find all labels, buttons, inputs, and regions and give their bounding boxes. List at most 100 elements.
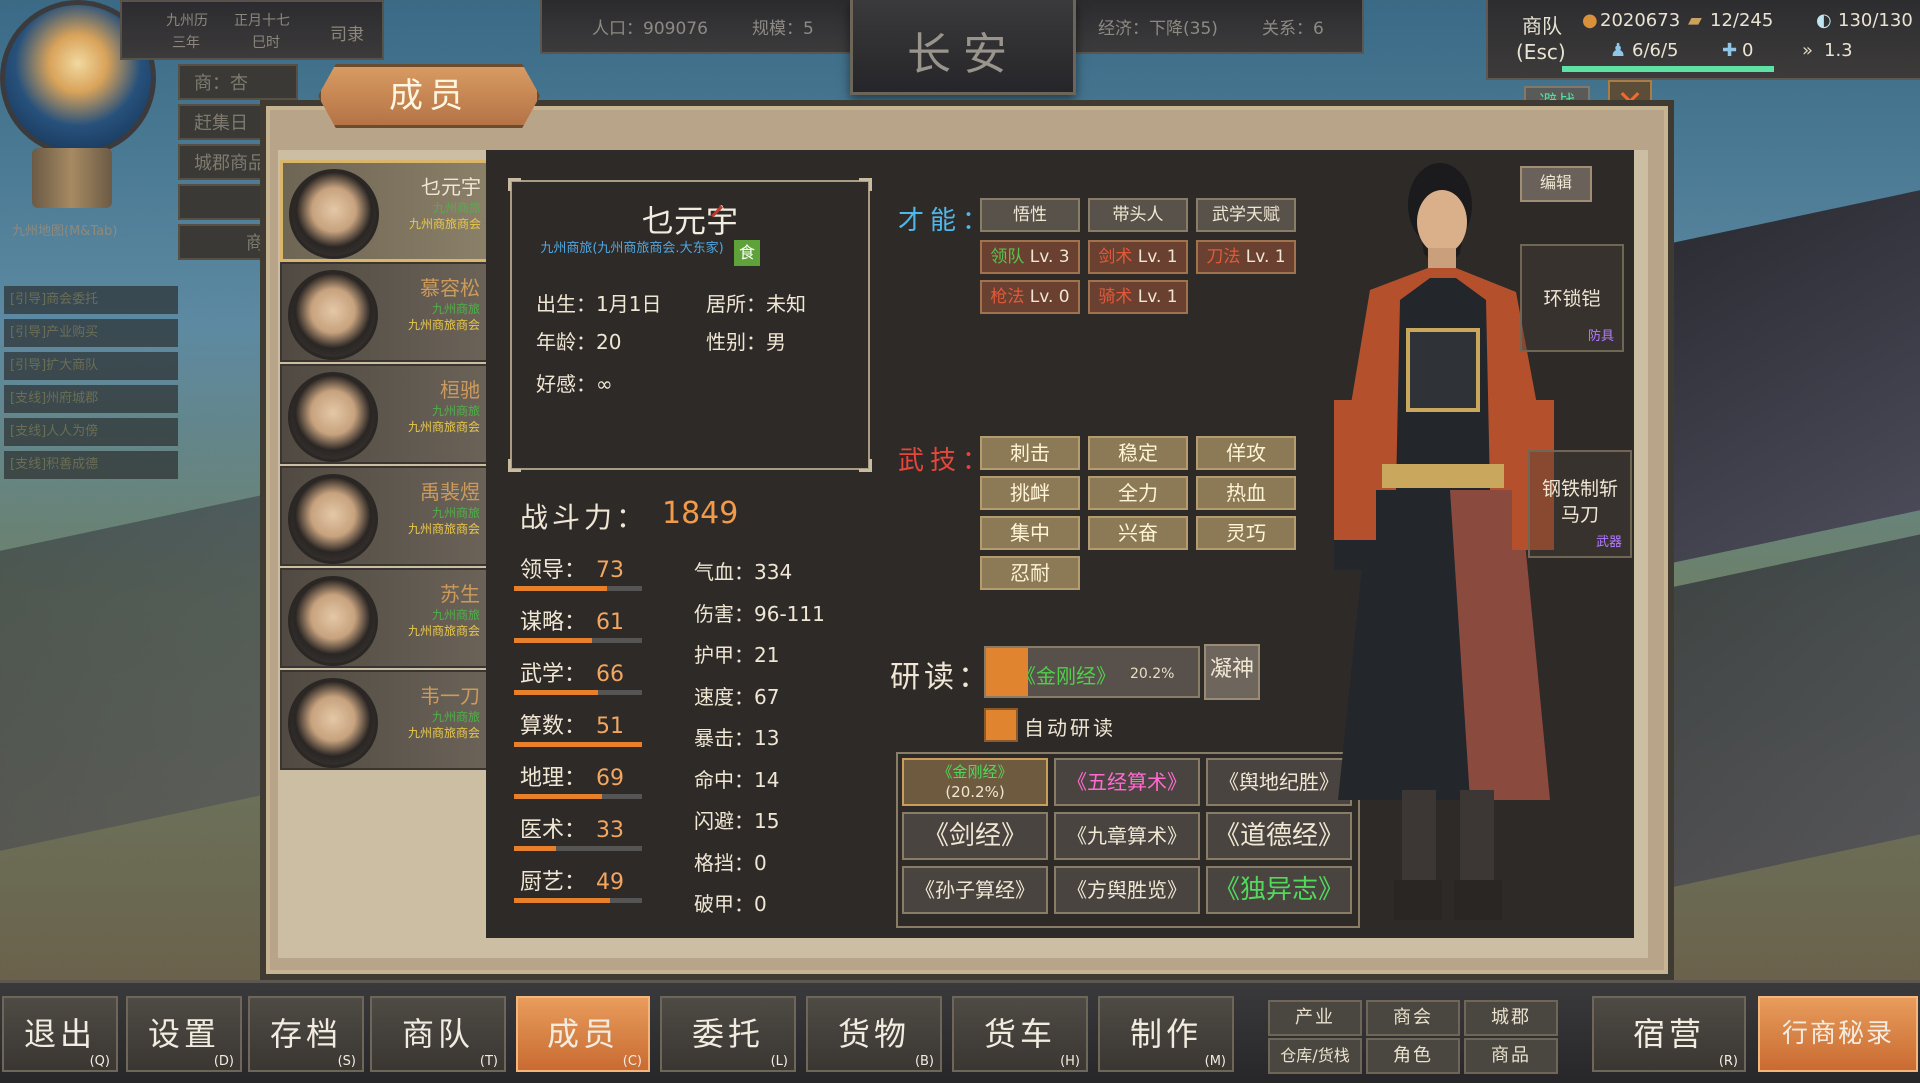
nav-button[interactable]: 货车 (H)	[952, 996, 1088, 1072]
avatar	[288, 372, 378, 462]
attribute-bar-fill	[514, 638, 593, 643]
attribute-bar	[514, 586, 642, 591]
quest-item[interactable]: [引导]扩大商队	[4, 352, 178, 380]
roster-card[interactable]: 慕容松 九州商旅 九州商旅商会	[280, 262, 492, 362]
nav-hotkey: (C)	[622, 1054, 642, 1069]
book-button[interactable]: 《孙子算经》	[902, 866, 1048, 914]
quest-item[interactable]: [引导]商会委托	[4, 286, 178, 314]
nav-warehouse[interactable]: 仓库/货栈	[1268, 1038, 1362, 1074]
nav-button[interactable]: 存档 (S)	[248, 996, 364, 1072]
quest-item[interactable]: [引导]产业购买	[4, 319, 178, 347]
skill-button[interactable]: 佯攻	[1196, 436, 1296, 470]
speed-icon: »	[1802, 40, 1814, 61]
nav-button[interactable]: 商队 (T)	[370, 996, 506, 1072]
skill-button[interactable]: 热血	[1196, 476, 1296, 510]
talent-level-button[interactable]: 刀法 Lv. 1	[1196, 240, 1296, 274]
nav-label: 设置	[147, 1015, 220, 1053]
cargo-value: 12/245	[1710, 10, 1774, 31]
date-day: 正月十七	[234, 13, 290, 29]
book-button[interactable]: 《方舆胜览》	[1054, 866, 1200, 914]
focus-button[interactable]: 凝神	[1204, 644, 1260, 700]
secrets-button[interactable]: 行商秘录	[1758, 996, 1918, 1072]
combat-stat: 伤害：96-111	[694, 601, 825, 626]
profile-box: 乜元宇 九州商旅(九州商旅商会.大东家) 食 出生：1月1日 居所：未知 年龄：…	[508, 178, 872, 472]
roster-card[interactable]: 苏生 九州商旅 九州商旅商会	[280, 568, 492, 668]
armor-slot[interactable]: 环锁铠 防具	[1520, 244, 1624, 352]
nav-button[interactable]: 委托 (L)	[660, 996, 796, 1072]
trait-button[interactable]: 带头人	[1088, 198, 1188, 232]
talent-level-button[interactable]: 领队 Lv. 3	[980, 240, 1080, 274]
roster-card[interactable]: 禹裴煜 九州商旅 九州商旅商会	[280, 466, 492, 566]
speed-value: 1.3	[1824, 40, 1853, 61]
nav-label: 成员	[546, 1015, 619, 1053]
nav-button[interactable]: 货物 (B)	[806, 996, 942, 1072]
camp-button[interactable]: 宿营 (R)	[1592, 996, 1746, 1072]
trait-button[interactable]: 悟性	[980, 198, 1080, 232]
trait-button[interactable]: 武学天赋	[1196, 198, 1296, 232]
nav-industry[interactable]: 产业	[1268, 1000, 1362, 1036]
attribute-label: 厨艺：	[520, 870, 587, 895]
talent-level-button[interactable]: 剑术 Lv. 1	[1088, 240, 1188, 274]
edit-button[interactable]: 编辑	[1520, 166, 1592, 202]
left-menu-item-1[interactable]: 商：杏	[178, 64, 298, 100]
skill-button[interactable]: 稳定	[1088, 436, 1188, 470]
nav-guild[interactable]: 商会	[1366, 1000, 1460, 1036]
roster-card[interactable]: 乜元宇 九州商旅 九州商旅商会	[280, 160, 494, 262]
talent-level-button[interactable]: 骑术 Lv. 1	[1088, 280, 1188, 314]
city-plaque: 长安	[850, 0, 1076, 95]
character-org: 九州商旅(九州商旅商会.大东家)	[540, 241, 724, 256]
nav-hotkey: (B)	[914, 1054, 934, 1069]
nav-hotkey: (D)	[213, 1054, 234, 1069]
attribute-value: 51	[596, 714, 625, 739]
study-progress-bar[interactable]: 《金刚经》 20.2%	[984, 646, 1200, 698]
book-button[interactable]: 《剑经》	[902, 812, 1048, 860]
roster-guild: 九州商旅商会	[407, 624, 480, 638]
roster-card[interactable]: 桓驰 九州商旅 九州商旅商会	[280, 364, 492, 464]
nav-button[interactable]: 成员 (C)	[516, 996, 650, 1072]
attribute-bar-fill	[514, 742, 642, 747]
book-button[interactable]: 《金刚经》 (20.2%)	[902, 758, 1048, 806]
quest-item[interactable]: [支线]人人为傍	[4, 418, 178, 446]
nav-cities[interactable]: 城郡	[1464, 1000, 1558, 1036]
region-label: 司隶	[330, 25, 364, 45]
nav-button[interactable]: 退出 (Q)	[2, 996, 118, 1072]
nav-button[interactable]: 设置 (D)	[126, 996, 242, 1072]
gender-field: 性别：男	[706, 330, 786, 354]
panel-title: 成员	[318, 64, 540, 128]
skill-button[interactable]: 挑衅	[980, 476, 1080, 510]
combat-stat: 气血：334	[694, 560, 793, 584]
book-button[interactable]: 《五经算术》	[1054, 758, 1200, 806]
study-label: 研读：	[890, 660, 992, 695]
weapon-slot[interactable]: 钢铁制斩马刀 武器	[1528, 450, 1632, 558]
character-name: 乜元宇	[641, 202, 738, 240]
roster-faction: 九州商旅	[431, 710, 480, 724]
attribute-value: 61	[596, 610, 625, 635]
nav-label: 货物	[837, 1015, 910, 1053]
nav-hotkey: (Q)	[89, 1054, 110, 1069]
skill-button[interactable]: 刺击	[980, 436, 1080, 470]
skill-button[interactable]: 兴奋	[1088, 516, 1188, 550]
skill-button[interactable]: 灵巧	[1196, 516, 1296, 550]
book-progress: (20.2%)	[945, 783, 1005, 801]
nav-button[interactable]: 制作 (M)	[1098, 996, 1234, 1072]
roster-card[interactable]: 韦一刀 九州商旅 九州商旅商会	[280, 670, 492, 770]
cargo-icon: ▰	[1688, 10, 1702, 31]
skill-button[interactable]: 全力	[1088, 476, 1188, 510]
skill-button[interactable]: 集中	[980, 516, 1080, 550]
attribute-value: 33	[596, 818, 625, 843]
nav-label: 商队	[401, 1015, 474, 1053]
quest-item[interactable]: [支线]积善成德	[4, 451, 178, 479]
attribute-label: 武学：	[520, 662, 587, 687]
avatar	[288, 576, 378, 666]
auto-study-checkbox[interactable]	[984, 708, 1018, 742]
attribute-label: 谋略：	[520, 610, 587, 635]
book-button[interactable]: 《九章算术》	[1054, 812, 1200, 860]
camp-label: 宿营	[1632, 1015, 1705, 1053]
talent-level-button[interactable]: 枪法 Lv. 0	[980, 280, 1080, 314]
skill-button[interactable]: 忍耐	[980, 556, 1080, 590]
quest-item[interactable]: [支线]州府城郡	[4, 385, 178, 413]
nav-goods[interactable]: 商品	[1464, 1038, 1558, 1074]
nav-hotkey: (M)	[1204, 1054, 1226, 1069]
map-scroll-icon[interactable]	[32, 148, 112, 208]
nav-characters[interactable]: 角色	[1366, 1038, 1460, 1074]
